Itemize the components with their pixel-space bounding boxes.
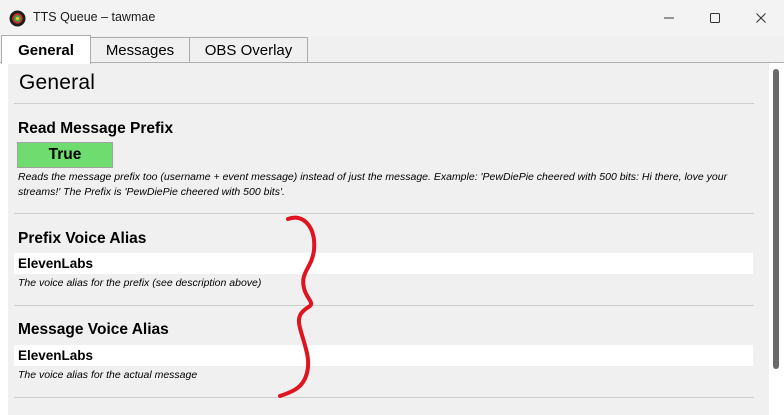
minimize-button[interactable] [646,0,692,36]
divider [14,103,754,104]
minimize-icon [664,17,674,19]
page-title: General [19,71,96,94]
message-voice-description: The voice alias for the actual message [18,369,198,381]
tab-bar: General Messages OBS Overlay [0,35,784,64]
prefix-voice-input[interactable] [14,253,753,274]
divider [14,397,754,398]
read-prefix-label: Read Message Prefix [18,120,174,137]
prefix-voice-label: Prefix Voice Alias [18,230,147,247]
close-icon [756,13,766,23]
maximize-button[interactable] [692,0,738,36]
message-voice-label: Message Voice Alias [18,321,169,338]
curly-brace-annotation [278,215,317,398]
divider [14,305,754,306]
window-title: TTS Queue – tawmae [33,10,156,24]
divider [14,213,754,214]
prefix-voice-description: The voice alias for the prefix (see desc… [18,277,262,289]
tab-obs-overlay[interactable]: OBS Overlay [189,37,308,63]
scrollbar-thumb[interactable] [773,69,779,369]
close-button[interactable] [738,0,784,36]
app-logo-icon [9,10,26,27]
maximize-icon [710,13,720,23]
tab-messages[interactable]: Messages [90,37,190,63]
read-prefix-toggle-button[interactable]: True [17,142,113,168]
tab-general[interactable]: General [1,35,91,64]
read-prefix-description: Reads the message prefix too (username +… [18,171,728,198]
message-voice-input[interactable] [14,345,753,366]
title-bar[interactable]: TTS Queue – tawmae [0,0,784,36]
